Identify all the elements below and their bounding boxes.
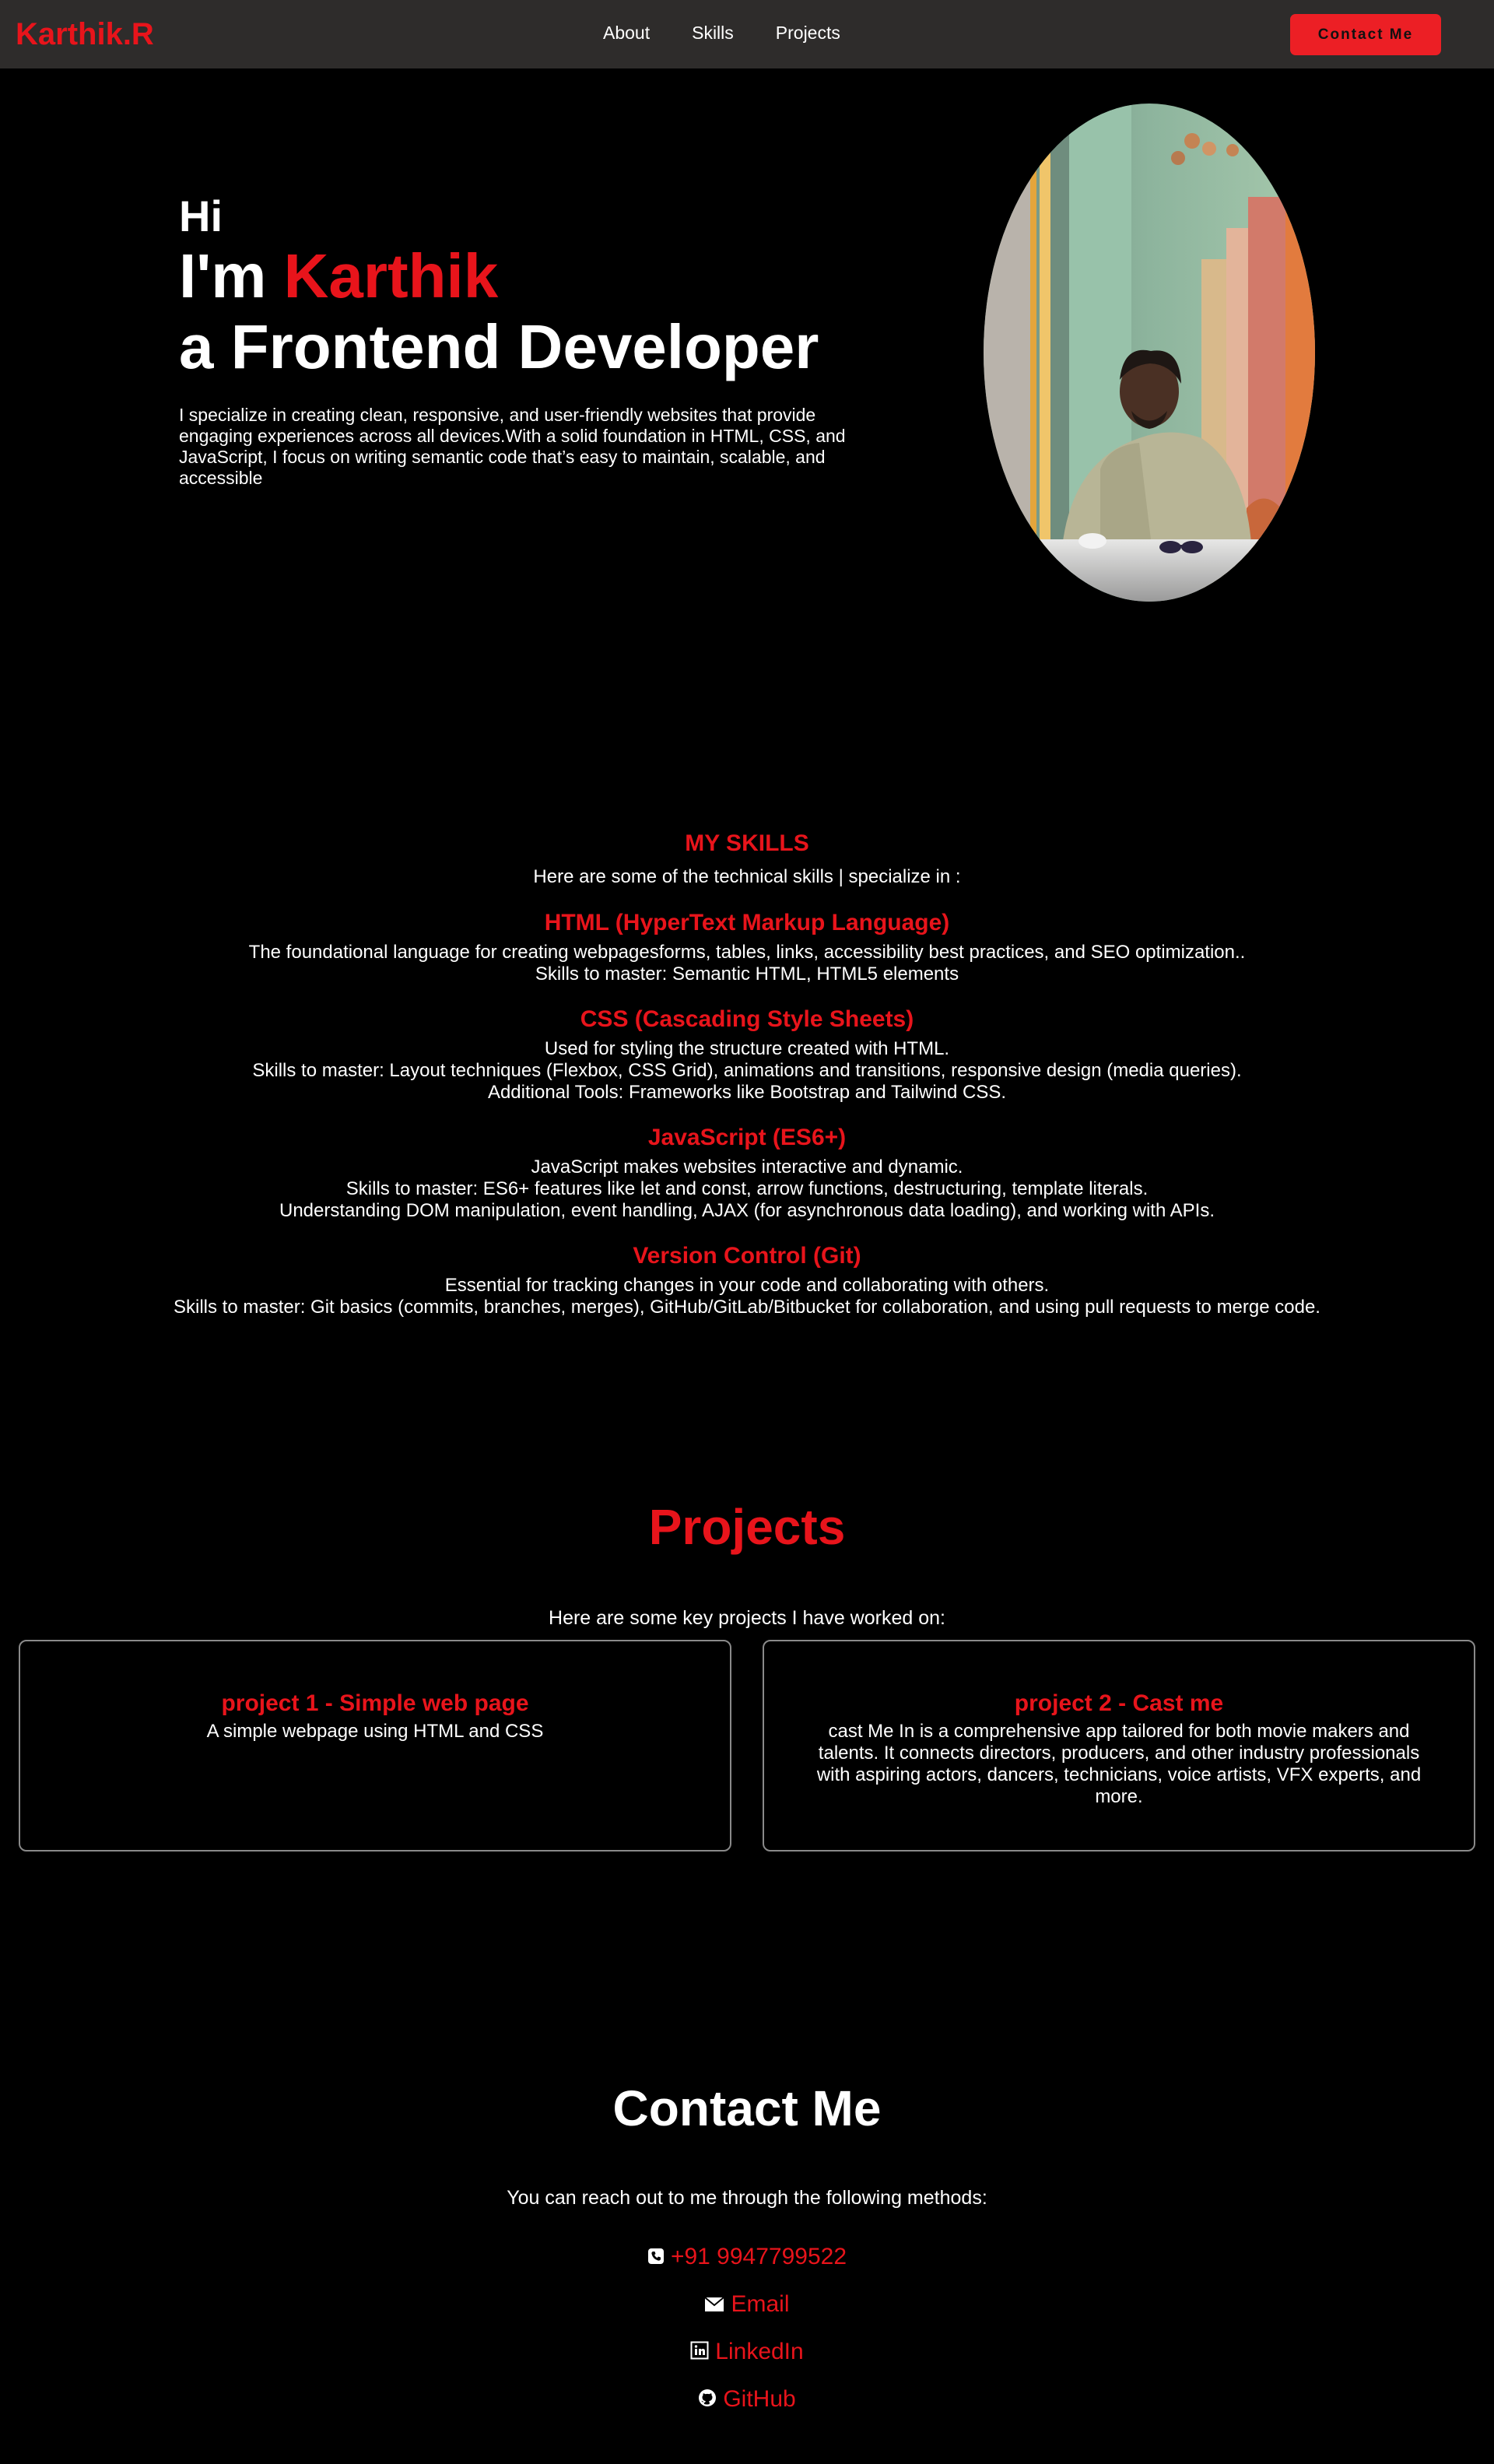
skill-git: Version Control (Git) Essential for trac… xyxy=(0,1242,1494,1318)
linkedin-icon xyxy=(690,2339,709,2366)
project-card[interactable]: project 1 - Simple web page A simple web… xyxy=(19,1640,731,1852)
nav-link-skills[interactable]: Skills xyxy=(692,23,734,44)
nav-link-about[interactable]: About xyxy=(603,23,650,44)
hero-description: I specialize in creating clean, responsi… xyxy=(179,405,846,488)
logo[interactable]: Karthik.R xyxy=(16,17,154,52)
email-link[interactable]: Email xyxy=(731,2291,789,2317)
skill-title: CSS (Cascading Style Sheets) xyxy=(580,1006,914,1032)
projects-subtitle: Here are some key projects I have worked… xyxy=(549,1607,945,1629)
project-card[interactable]: project 2 - Cast me cast Me In is a comp… xyxy=(763,1640,1475,1852)
contact-github[interactable]: GitHub xyxy=(0,2386,1494,2413)
skill-line: The foundational language for creating w… xyxy=(248,942,1246,963)
phone-number[interactable]: +91 9947799522 xyxy=(671,2244,847,2269)
skill-line: Understanding DOM manipulation, event ha… xyxy=(279,1200,1215,1221)
skill-line: Skills to master: Git basics (commits, b… xyxy=(174,1297,1320,1318)
project-title: project 1 - Simple web page xyxy=(221,1690,529,1716)
skill-html: HTML (HyperText Markup Language) The fou… xyxy=(0,909,1494,985)
contact-linkedin[interactable]: LinkedIn xyxy=(0,2339,1494,2366)
github-icon xyxy=(698,2387,717,2413)
skill-javascript: JavaScript (ES6+) JavaScript makes websi… xyxy=(0,1124,1494,1222)
skill-line: JavaScript makes websites interactive an… xyxy=(531,1157,963,1178)
projects-title: Projects xyxy=(648,1499,846,1555)
skills-section: MY SKILLS Here are some of the technical… xyxy=(0,828,1494,1318)
skill-line: Skills to master: Layout techniques (Fle… xyxy=(252,1060,1242,1081)
hero-name: Karthik xyxy=(283,241,499,311)
contact-me-button[interactable]: Contact Me xyxy=(1290,14,1441,55)
hero-intro: I'm Karthik xyxy=(179,241,864,311)
hero-section: Hi I'm Karthik a Frontend Developer I sp… xyxy=(179,193,864,489)
linkedin-link[interactable]: LinkedIn xyxy=(715,2339,803,2364)
nav-links: About Skills Projects xyxy=(603,23,882,44)
nav-link-projects[interactable]: Projects xyxy=(776,23,840,44)
skill-title: Version Control (Git) xyxy=(633,1243,861,1269)
phone-icon xyxy=(647,2245,665,2271)
navbar: Karthik.R About Skills Projects Contact … xyxy=(0,0,1494,68)
skill-title: JavaScript (ES6+) xyxy=(647,1125,847,1150)
hero-intro-prefix: I'm xyxy=(179,241,284,311)
project-description: A simple webpage using HTML and CSS xyxy=(206,1721,544,1742)
contact-title: Contact Me xyxy=(612,2080,882,2136)
skill-line: Essential for tracking changes in your c… xyxy=(444,1275,1050,1296)
contact-subtitle: You can reach out to me through the foll… xyxy=(507,2187,987,2209)
skills-subtitle: Here are some of the technical skills | … xyxy=(533,866,961,887)
contact-phone[interactable]: +91 9947799522 xyxy=(0,2244,1494,2271)
skill-css: CSS (Cascading Style Sheets) Used for st… xyxy=(0,1006,1494,1104)
contact-email[interactable]: Email xyxy=(0,2291,1494,2318)
project-description: cast Me In is a comprehensive app tailor… xyxy=(816,1721,1422,1807)
profile-photo xyxy=(984,104,1315,602)
skill-line: Skills to master: Semantic HTML, HTML5 e… xyxy=(535,963,959,985)
skill-line: Skills to master: ES6+ features like let… xyxy=(345,1178,1149,1199)
skill-line: Used for styling the structure created w… xyxy=(544,1038,950,1059)
github-link[interactable]: GitHub xyxy=(723,2386,795,2412)
mail-icon xyxy=(704,2292,725,2318)
skill-title: HTML (HyperText Markup Language) xyxy=(544,910,950,935)
skill-line: Additional Tools: Frameworks like Bootst… xyxy=(487,1082,1007,1103)
hero-greeting: Hi xyxy=(179,191,223,240)
project-title: project 2 - Cast me xyxy=(1014,1690,1224,1716)
hero-role: a Frontend Developer xyxy=(179,312,819,381)
skills-title: MY SKILLS xyxy=(685,830,809,856)
